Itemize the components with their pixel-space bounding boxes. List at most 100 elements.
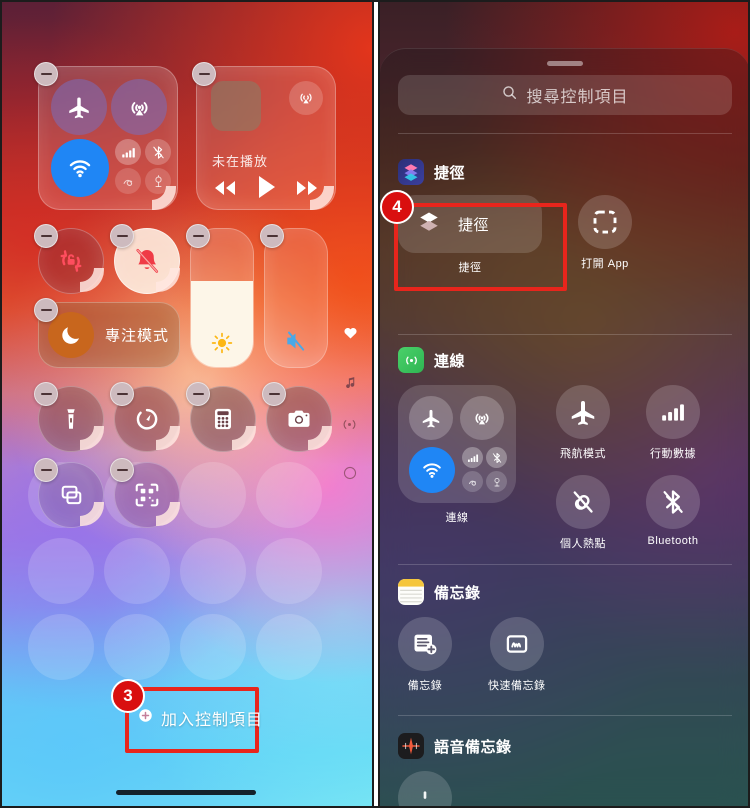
remove-rotation-lock-button[interactable] [34,224,58,248]
cellular-bars-icon [462,447,483,468]
gallery-item-open-app[interactable]: 打開 App [578,195,632,271]
divider [398,564,732,565]
wifi-icon[interactable] [51,139,109,197]
airdrop-icon [460,396,504,440]
gallery-item-partial[interactable] [398,771,452,808]
gallery-item-airplane-mode[interactable]: 飛航模式 [556,385,610,461]
new-note-icon[interactable] [398,617,452,671]
add-control-label: 加入控制項目 [161,712,264,729]
cc-media-module[interactable]: 未在播放 [196,66,336,210]
moon-icon [48,312,94,358]
divider [398,133,732,134]
remove-screen-mirroring-button[interactable] [34,458,58,482]
album-art-placeholder [211,81,261,131]
music-note-icon[interactable] [343,375,358,395]
satellite-icon [486,471,507,492]
hotspot-off-icon[interactable] [556,475,610,529]
section-title: 捷徑 [434,164,466,182]
cellular-bars-icon[interactable] [115,139,141,165]
gallery-item-personal-hotspot[interactable]: 個人熱點 [556,475,610,551]
search-icon [501,84,518,106]
remove-silent-mode-button[interactable] [110,224,134,248]
sun-icon [210,331,234,355]
search-placeholder: 搜尋控制項目 [526,89,629,106]
remove-camera-button[interactable] [262,382,286,406]
remove-focus-mode-button[interactable] [34,298,58,322]
heart-icon[interactable] [342,324,359,346]
gallery-item-caption: 行動數據 [650,448,696,460]
step3-badge: 3 [111,679,145,713]
cc-connectivity-module[interactable] [38,66,178,210]
vpn-icon[interactable] [115,168,141,194]
gallery-item-cellular-data[interactable]: 行動數據 [646,385,700,461]
bluetooth-off-icon [486,447,507,468]
section-header-notes: 備忘錄 [398,579,481,605]
bluetooth-off-icon[interactable] [145,139,171,165]
gallery-item-caption: 打開 App [581,258,629,270]
circle-icon[interactable] [343,466,357,485]
rewind-icon[interactable] [213,179,237,197]
notes-app-icon [398,579,424,605]
cc-volume-slider[interactable] [264,228,328,368]
step4-highlight-box [394,203,567,291]
airplane-icon[interactable] [51,79,107,135]
gallery-item-quick-note[interactable]: 快速備忘錄 [488,617,546,693]
control-center-grid: 未在播放 專注模式 3 加入控制項目 [0,0,372,808]
panel-divider-right-edge [378,0,380,808]
fast-forward-icon[interactable] [295,179,319,197]
remove-brightness-button[interactable] [186,224,210,248]
cc-focus-mode[interactable]: 專注模式 [38,302,180,368]
plus-circle-icon [138,708,153,728]
gallery-item-caption: 飛航模式 [560,448,606,460]
quick-note-icon[interactable] [489,617,544,671]
add-control-button[interactable]: 加入控制項目 [138,706,263,730]
remove-flashlight-button[interactable] [34,382,58,406]
connectivity-icon[interactable] [341,416,358,438]
gallery-item-caption: 連線 [445,512,469,524]
frame-left [0,0,2,808]
section-title: 連線 [434,352,466,370]
left-phone-panel: 未在播放 專注模式 3 加入控制項目 [0,0,372,808]
speaker-mute-icon [284,329,308,353]
remove-calculator-button[interactable] [186,382,210,406]
section-header-connectivity: 連線 [398,347,465,373]
step4-badge: 4 [380,190,414,224]
gallery-item-caption: 個人熱點 [560,538,606,550]
gallery-item-bluetooth[interactable]: Bluetooth [646,475,700,547]
airdrop-icon[interactable] [111,79,167,135]
section-header-shortcuts: 捷徑 [398,159,465,185]
remove-media-button[interactable] [192,62,216,86]
cellular-bars-icon[interactable] [646,385,700,439]
voice-memos-app-icon [398,733,424,759]
remove-connectivity-button[interactable] [34,62,58,86]
frame-top [0,0,750,2]
gallery-item-caption: Bluetooth [647,535,699,547]
home-indicator [116,790,256,795]
section-title: 備忘錄 [434,584,481,602]
remove-qr-scanner-button[interactable] [110,458,134,482]
open-app-dashed-icon[interactable] [578,195,632,249]
airplane-icon[interactable] [556,385,610,439]
shortcuts-app-icon [398,159,424,185]
connectivity-cluster-icon[interactable] [398,385,516,503]
right-phone-panel: 搜尋控制項目 捷徑 捷徑 捷徑 打開 App 連線 連線 飛航模式 行動數據 個… [380,0,750,808]
connectivity-app-icon [398,347,424,373]
sheet-grabber[interactable] [547,61,583,66]
remove-volume-button[interactable] [260,224,284,248]
play-icon[interactable] [256,175,276,199]
search-input[interactable]: 搜尋控制項目 [398,75,732,115]
remove-timer-button[interactable] [110,382,134,406]
bluetooth-off-icon[interactable] [646,475,700,529]
media-status-text: 未在播放 [212,154,269,169]
section-title: 語音備忘錄 [434,738,512,756]
vpn-icon [462,471,483,492]
airplay-icon[interactable] [289,81,323,115]
gallery-item-caption: 快速備忘錄 [488,680,546,692]
gallery-item-connectivity[interactable]: 連線 [398,385,516,525]
airplane-icon [409,396,453,440]
cc-brightness-slider[interactable] [190,228,254,368]
add-control-sheet: 搜尋控制項目 捷徑 捷徑 捷徑 打開 App 連線 連線 飛航模式 行動數據 個… [380,48,750,808]
section-header-voice-memos: 語音備忘錄 [398,733,512,759]
gallery-item-caption: 備忘錄 [407,680,443,692]
gallery-item-new-note[interactable]: 備忘錄 [398,617,452,693]
